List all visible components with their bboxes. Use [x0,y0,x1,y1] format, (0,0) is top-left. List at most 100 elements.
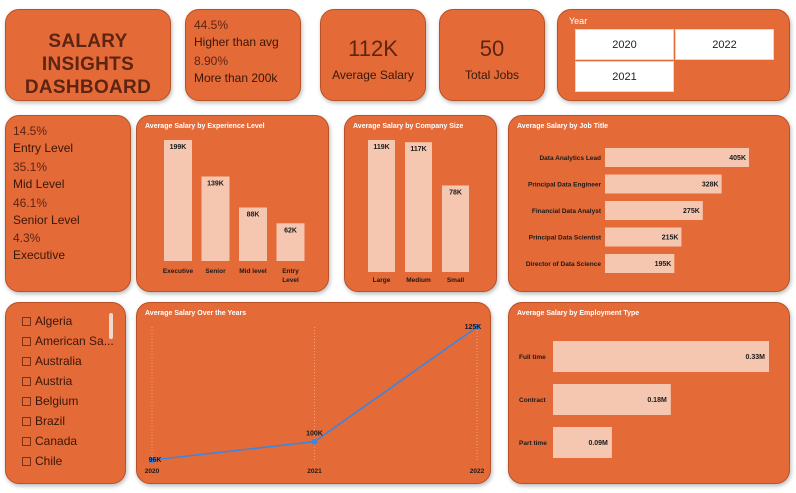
level-entry-label: Entry Level [13,141,74,155]
checkbox-icon[interactable] [22,416,31,426]
average-salary-value: 112K [348,36,398,61]
job-title-chart: 405K Data Analytics Lead 328K Principal Dat… [526,148,749,273]
x-tick-label: Executive [163,268,194,275]
average-salary-label: Average Salary [332,68,414,82]
country-label: Australia [35,354,82,368]
experience-level-chart: 199K Executive 139K Senior 88K Mid level 62K En… [163,140,305,284]
company-size-chart-card: Average Salary by Company Size 119K Large… [344,115,497,292]
x-tick-label: Entry [282,268,299,275]
dashboard-title-line-3: DASHBOARD [24,77,152,98]
year-slicer-card: Year 2020 2022 2021 [557,9,790,101]
country-label: American Sa... [35,334,114,348]
data-label: 100K [306,431,323,438]
y-tick-label: Contract [519,397,547,404]
checkbox-icon[interactable] [22,336,31,346]
higher-than-avg-label: Higher than avg [194,35,279,49]
bar-3 [442,185,469,272]
level-senior-pct: 46.1% [13,196,48,210]
higher-than-avg-value: 44.5% [194,18,229,32]
bar-value-label: 62K [284,227,297,234]
country-label: Austria [35,374,73,388]
checkbox-icon[interactable] [22,456,31,466]
x-tick-label: Small [447,277,465,284]
x-tick-label: 2020 [145,468,160,475]
bar-value-label: 88K [247,211,260,218]
bar-value-label: 195K [655,261,672,268]
x-tick-label: Mid level [239,268,267,275]
bar-2 [201,176,230,261]
level-senior: 46.1% Senior Level [13,196,80,228]
country-label: Chile [35,454,63,468]
y-tick-label: Principal Data Engineer [528,182,601,189]
data-label: 125K [465,324,482,331]
employment-type-chart: 0.33M Full time 0.18M Contract 0.09M Part tim… [519,341,769,458]
bar-1 [605,148,749,167]
job-title-chart-card: Average Salary by Job Title 405K Data Ana… [508,115,790,292]
bar-value-label: 78K [449,189,462,196]
more-than-200k-value: 8.90% [194,54,229,68]
checkbox-icon[interactable] [22,376,31,386]
company-size-chart: 119K Large 117K Medium 78K Small [368,140,469,284]
bar-1 [368,140,395,272]
percent-kpi-card: 44.5% Higher than avg 8.90% More than 20… [185,9,301,101]
checkbox-icon[interactable] [22,436,31,446]
country-label: Algeria [35,314,73,328]
country-option[interactable]: Australia [22,353,82,369]
more-than-200k-kpi: 8.90% More than 200k [194,54,277,86]
country-option[interactable]: Austria [22,373,72,389]
year-option-2021[interactable]: 2021 [575,61,674,92]
experience-level-chart-card: Average Salary by Experience Level 199K E… [136,115,329,292]
country-label: Belgium [35,394,79,408]
salary-over-years-chart-card: Average Salary Over the Years 96K 2020 100… [136,302,491,484]
x-tick-label: Level [282,277,299,284]
more-than-200k-label: More than 200k [194,71,278,85]
level-mid: 35.1% Mid Level [13,160,64,192]
checkbox-icon[interactable] [22,396,31,406]
total-jobs-value: 50 [479,36,505,61]
country-slicer-card: Algeria American Sa... Australia Austria Bel… [5,302,126,484]
x-tick-label: Senior [205,268,226,275]
bar-value-label: 0.09M [588,440,608,447]
country-option[interactable]: American Sa... [22,333,114,349]
y-tick-label: Financial Data Analyst [532,208,602,215]
country-option[interactable]: Algeria [22,313,72,329]
dashboard-title: SALARY INSIGHTS DASHBOARD [6,30,170,99]
level-senior-label: Senior Level [13,213,80,227]
checkbox-icon[interactable] [22,316,31,326]
country-option[interactable]: Brazil [22,413,65,429]
salary-over-years-chart: 96K 2020 100K 2021 125K 2022 [145,324,485,475]
data-label: 96K [149,457,162,464]
y-tick-label: Director of Data Science [526,261,602,268]
bar-value-label: 0.33M [746,354,766,361]
dashboard-title-line-2: INSIGHTS [41,54,135,75]
bar-1 [553,341,769,372]
bar-value-label: 0.18M [647,397,667,404]
y-tick-label: Full time [519,354,546,361]
total-jobs-label: Total Jobs [464,68,520,82]
higher-than-avg-kpi: 44.5% Higher than avg [194,18,279,50]
level-mid-pct: 35.1% [13,160,48,174]
y-tick-label: Part time [519,440,547,447]
y-tick-label: Principal Data Scientist [529,235,602,242]
bar-1 [164,140,192,261]
bar-value-label: 139K [207,180,224,187]
bar-value-label: 215K [662,235,679,242]
country-option[interactable]: Belgium [22,393,78,409]
country-option[interactable]: Canada [22,433,77,449]
level-executive-pct: 4.3% [13,231,41,245]
country-option[interactable]: Chile [22,453,62,469]
year-slicer-title: Year [569,16,588,26]
dashboard-title-line-1: SALARY [48,31,128,52]
bar-value-label: 117K [410,146,426,153]
x-tick-label: Large [373,277,391,284]
x-tick-label: 2022 [470,468,485,475]
bar-value-label: 199K [170,144,187,151]
country-list-scrollbar[interactable] [109,313,113,339]
year-option-2022[interactable]: 2022 [675,29,774,60]
year-option-2020[interactable]: 2020 [575,29,674,60]
average-salary-card: 112K Average Salary [320,9,426,101]
bar-value-label: 405K [729,155,746,162]
country-label: Canada [35,434,78,448]
level-mid-label: Mid Level [13,177,65,191]
checkbox-icon[interactable] [22,356,31,366]
